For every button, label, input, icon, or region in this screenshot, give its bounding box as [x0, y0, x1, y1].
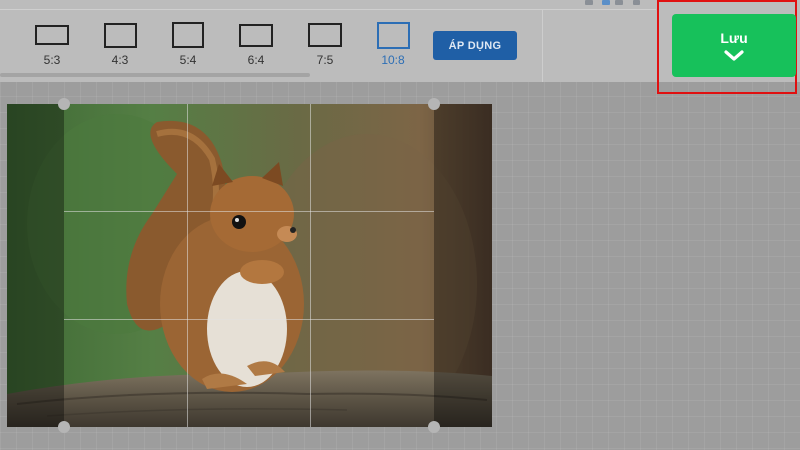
save-button-label: Lưu — [720, 29, 748, 46]
crop-handle-bottom-left[interactable] — [58, 421, 70, 433]
crop-handle-top-left[interactable] — [58, 98, 70, 110]
more-icon[interactable] — [633, 0, 640, 5]
ratio-5-4-label: 5:4 — [179, 53, 197, 67]
ratio-6-4-label: 6:4 — [247, 53, 265, 67]
ratio-7-5-option[interactable]: 7:5 — [301, 20, 349, 70]
ratio-4-3-option[interactable]: 4:3 — [96, 20, 144, 70]
toolbar-scrollbar[interactable] — [0, 73, 310, 77]
ratio-5-3-label: 5:3 — [43, 53, 61, 67]
ratio-10-8-icon — [376, 21, 410, 49]
chevron-down-icon — [724, 49, 744, 61]
ratio-6-4-option[interactable]: 6:4 — [232, 20, 280, 70]
ratio-5-4-option[interactable]: 5:4 — [164, 20, 212, 70]
ratio-6-4-icon — [239, 23, 273, 47]
ratio-7-5-icon — [308, 23, 342, 47]
crop-mask-right — [434, 104, 492, 427]
apply-button[interactable]: ÁP DỤNG — [433, 31, 517, 60]
grid-line-v1 — [187, 104, 188, 427]
ratio-5-4-icon — [172, 22, 204, 48]
grid-line-h2 — [64, 319, 434, 320]
ratio-5-3-icon — [35, 25, 69, 45]
crop-handle-bottom-right[interactable] — [428, 421, 440, 433]
ratio-4-3-label: 4:3 — [111, 53, 129, 67]
crop-handle-top-right[interactable] — [428, 98, 440, 110]
ratio-4-3-icon — [103, 22, 137, 48]
save-button[interactable]: Lưu — [672, 14, 796, 77]
grid-line-h1 — [64, 211, 434, 212]
crop-image-area[interactable] — [7, 104, 492, 427]
ratio-5-3-option[interactable]: 5:3 — [28, 20, 76, 70]
toolbar-divider — [542, 10, 543, 82]
ratio-10-8-option[interactable]: 10:8 — [369, 20, 417, 70]
grid-line-v2 — [310, 104, 311, 427]
top-right-icons — [585, 0, 645, 6]
crop-frame[interactable] — [64, 104, 434, 427]
toolbar-top-divider — [0, 9, 656, 10]
ratio-7-5-label: 7:5 — [316, 53, 334, 67]
crop-mask-left — [7, 104, 64, 427]
ratio-10-8-label: 10:8 — [381, 53, 405, 67]
bell-icon[interactable] — [615, 0, 623, 5]
menu-icon[interactable] — [585, 0, 593, 5]
user-icon[interactable] — [602, 0, 610, 5]
